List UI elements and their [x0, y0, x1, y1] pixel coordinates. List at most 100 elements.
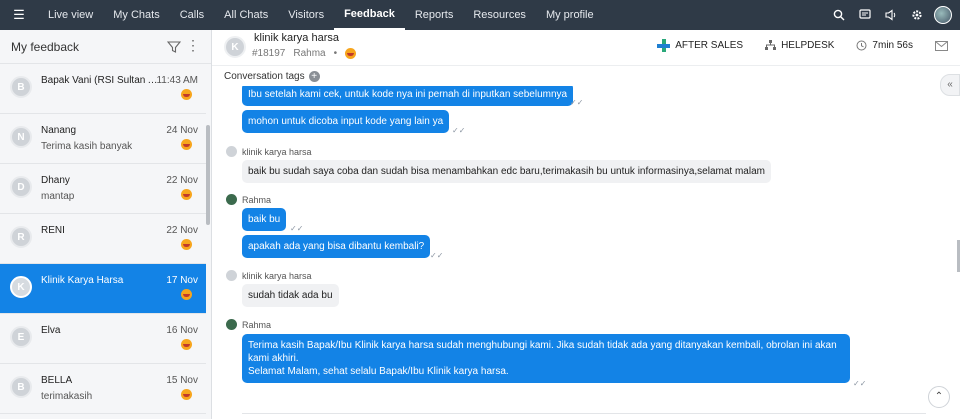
item-name: Klinik Karya Harsa	[41, 275, 124, 286]
item-name: RENI	[41, 225, 65, 236]
conversation-tags: Conversation tags +	[212, 66, 960, 86]
tab-my-chats[interactable]: My Chats	[103, 0, 169, 30]
menu-icon[interactable]: ☰	[0, 0, 38, 30]
department-icon	[657, 39, 671, 52]
visitor-name: klinik karya harsa	[254, 32, 339, 44]
rating-emoji-icon	[181, 239, 192, 250]
item-time: 24 Nov	[166, 125, 198, 136]
feedback-list-item-selected[interactable]: K Klinik Karya Harsa 17 Nov	[0, 264, 206, 314]
scroll-up-button[interactable]: ⌃	[928, 386, 950, 408]
avatar: R	[10, 226, 32, 248]
tab-my-profile[interactable]: My profile	[536, 0, 604, 30]
agent-message: baik bu	[242, 208, 287, 231]
avatar	[226, 146, 237, 157]
feedback-list-item[interactable]: B BELLA terimakasih 15 Nov	[0, 364, 206, 414]
department-after-sales: AFTER SALES	[657, 39, 743, 52]
separator-dot: •	[333, 48, 338, 59]
avatar: N	[10, 126, 32, 148]
item-name: Bapak Vani (RSI Sultan A...	[41, 75, 159, 86]
chat-id: #18197	[252, 48, 286, 59]
tab-feedback[interactable]: Feedback	[334, 0, 405, 30]
sender-name: Rahma	[242, 194, 272, 205]
item-preview: terimakasih	[41, 391, 93, 402]
tab-calls[interactable]: Calls	[170, 0, 214, 30]
read-check-icon: ✓✓	[430, 251, 444, 260]
rating-emoji-icon	[181, 289, 192, 300]
feedback-list-item[interactable]: R RENI 22 Nov	[0, 214, 206, 264]
feedback-list-item[interactable]: B Bapak Vani (RSI Sultan A... 11:43 AM	[0, 64, 206, 114]
hierarchy-icon	[765, 40, 777, 50]
avatar	[226, 194, 237, 205]
duration-value: 7min 56s	[872, 40, 913, 51]
filter-icon[interactable]	[167, 40, 181, 54]
item-preview: Terima kasih banyak	[41, 141, 133, 152]
mail-icon[interactable]	[935, 40, 948, 51]
avatar	[226, 270, 237, 281]
feedback-list-item[interactable]: N Nanang Terima kasih banyak 24 Nov	[0, 114, 206, 164]
divider	[242, 413, 926, 414]
avatar: K	[10, 276, 32, 298]
rating-emoji-icon	[345, 48, 357, 59]
item-name: Nanang	[41, 125, 77, 136]
tags-label: Conversation tags	[224, 70, 305, 82]
sender-label: Rahma	[226, 194, 271, 205]
read-check-icon: ✓✓	[452, 126, 466, 135]
sender-label: klinik karya harsa	[226, 270, 312, 281]
message-line: Terima kasih Bapak/Ibu Klinik karya hars…	[248, 340, 837, 351]
department-helpdesk: HELPDESK	[765, 40, 834, 51]
tab-visitors[interactable]: Visitors	[278, 0, 334, 30]
item-time: 22 Nov	[166, 225, 198, 236]
tab-all-chats[interactable]: All Chats	[214, 0, 278, 30]
read-check-icon: ✓✓	[570, 98, 584, 107]
message-line: Selamat Malam, sehat selalu Bapak/Ibu Kl…	[248, 366, 509, 377]
tab-resources[interactable]: Resources	[463, 0, 536, 30]
sender-label: Rahma	[226, 319, 271, 330]
feedback-list-item[interactable]: D Dhany mantap 22 Nov	[0, 164, 206, 214]
avatar	[226, 319, 237, 330]
avatar: K	[224, 36, 246, 58]
feedback-list-item[interactable]: E Elva 16 Nov	[0, 314, 206, 364]
sidebar-scrollbar[interactable]	[206, 125, 210, 225]
add-tag-icon[interactable]: +	[308, 70, 320, 82]
item-name: BELLA	[41, 375, 73, 386]
rating-emoji-icon	[181, 339, 192, 350]
speaker-icon[interactable]	[880, 4, 902, 26]
search-icon[interactable]	[828, 4, 850, 26]
clock-icon	[856, 40, 867, 51]
department-label: HELPDESK	[781, 40, 835, 51]
sender-label: klinik karya harsa	[226, 146, 312, 157]
agent-message: Terima kasih Bapak/Ibu Klinik karya hars…	[242, 334, 850, 383]
rating-emoji-icon	[181, 389, 192, 400]
agent-message: mohon untuk dicoba input kode yang lain …	[242, 110, 450, 133]
sender-name: klinik karya harsa	[242, 270, 312, 281]
item-time: 16 Nov	[166, 325, 198, 336]
more-options-icon[interactable]: ⋮	[186, 37, 200, 54]
chat-icon[interactable]	[854, 4, 876, 26]
feedback-sidebar: My feedback ⋮ B Bapak Vani (RSI Sultan A…	[0, 30, 212, 419]
item-preview: mantap	[41, 191, 75, 202]
item-time: 22 Nov	[166, 175, 198, 186]
conversation-area: Ibu setelah kami cek, untuk kode nya ini…	[212, 86, 960, 419]
gear-icon[interactable]	[906, 4, 928, 26]
agent-message: apakah ada yang bisa dibantu kembali?	[242, 235, 431, 258]
sender-name: Rahma	[242, 319, 272, 330]
avatar: B	[10, 76, 32, 98]
department-label: AFTER SALES	[675, 40, 744, 51]
item-time: 17 Nov	[166, 275, 198, 286]
avatar: E	[10, 326, 32, 348]
user-avatar[interactable]	[932, 4, 954, 26]
top-navigation-bar: ☰ Live view My Chats Calls All Chats Vis…	[0, 0, 960, 30]
visitor-message: baik bu sudah saya coba dan sudah bisa m…	[242, 160, 771, 183]
chat-duration: 7min 56s	[856, 40, 913, 51]
rating-emoji-icon	[181, 139, 192, 150]
item-time: 11:43 AM	[156, 75, 198, 86]
rating-emoji-icon	[181, 189, 192, 200]
visitor-message: sudah tidak ada bu	[242, 284, 339, 307]
sender-name: klinik karya harsa	[242, 146, 312, 157]
sidebar-title: My feedback	[11, 39, 80, 54]
message-line: kami akhiri.	[248, 353, 299, 364]
tab-live-view[interactable]: Live view	[38, 0, 103, 30]
tab-reports[interactable]: Reports	[405, 0, 464, 30]
chat-header: K klinik karya harsa #18197 Rahma • AFTE…	[212, 30, 960, 66]
rating-emoji-icon	[181, 89, 192, 100]
